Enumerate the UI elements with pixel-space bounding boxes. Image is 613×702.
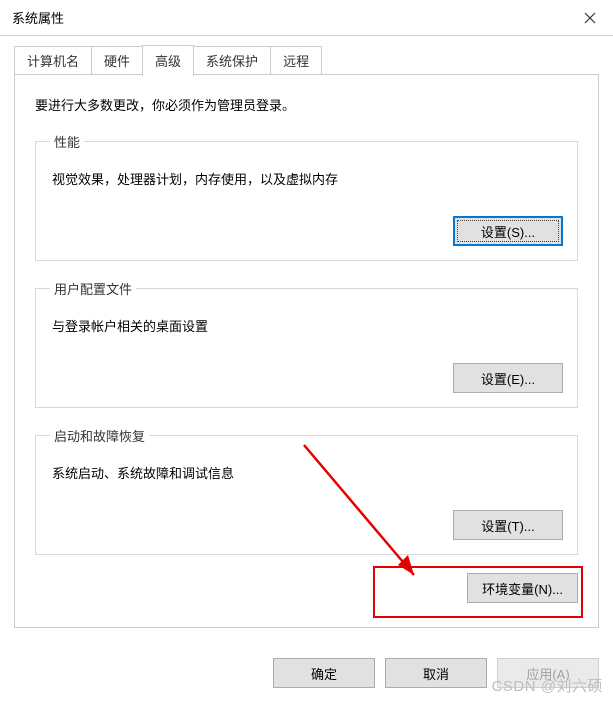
admin-notice: 要进行大多数更改，你必须作为管理员登录。: [35, 95, 578, 114]
group-user-profiles-legend: 用户配置文件: [50, 279, 136, 298]
tab-advanced[interactable]: 高级: [142, 45, 194, 76]
group-performance: 性能 视觉效果，处理器计划，内存使用，以及虚拟内存 设置(S)...: [35, 132, 578, 261]
ok-button[interactable]: 确定: [273, 658, 375, 688]
tab-computer-name[interactable]: 计算机名: [14, 46, 92, 75]
apply-button[interactable]: 应用(A): [497, 658, 599, 688]
startup-recovery-settings-button[interactable]: 设置(T)...: [453, 510, 563, 540]
tab-content-advanced: 要进行大多数更改，你必须作为管理员登录。 性能 视觉效果，处理器计划，内存使用，…: [14, 75, 599, 628]
dialog-body: 计算机名 硬件 高级 系统保护 远程 要进行大多数更改，你必须作为管理员登录。 …: [0, 36, 613, 628]
tab-remote[interactable]: 远程: [270, 46, 322, 75]
cancel-button[interactable]: 取消: [385, 658, 487, 688]
dialog-footer: 确定 取消 应用(A): [0, 646, 613, 702]
close-button[interactable]: [567, 0, 613, 36]
group-user-profiles: 用户配置文件 与登录帐户相关的桌面设置 设置(E)...: [35, 279, 578, 408]
group-startup-recovery-desc: 系统启动、系统故障和调试信息: [52, 463, 563, 482]
group-performance-desc: 视觉效果，处理器计划，内存使用，以及虚拟内存: [52, 169, 563, 188]
env-vars-row: 环境变量(N)...: [35, 573, 578, 603]
window-title: 系统属性: [12, 8, 64, 27]
group-startup-recovery-legend: 启动和故障恢复: [50, 426, 149, 445]
close-icon: [584, 12, 596, 24]
group-startup-recovery: 启动和故障恢复 系统启动、系统故障和调试信息 设置(T)...: [35, 426, 578, 555]
tab-strip: 计算机名 硬件 高级 系统保护 远程: [14, 48, 599, 75]
titlebar: 系统属性: [0, 0, 613, 36]
group-user-profiles-desc: 与登录帐户相关的桌面设置: [52, 316, 563, 335]
tab-hardware[interactable]: 硬件: [91, 46, 143, 75]
environment-variables-button[interactable]: 环境变量(N)...: [467, 573, 578, 603]
tab-system-protection[interactable]: 系统保护: [193, 46, 271, 75]
user-profiles-settings-button[interactable]: 设置(E)...: [453, 363, 563, 393]
group-performance-legend: 性能: [50, 132, 84, 151]
tab-baseline: [14, 74, 599, 75]
performance-settings-button[interactable]: 设置(S)...: [453, 216, 563, 246]
